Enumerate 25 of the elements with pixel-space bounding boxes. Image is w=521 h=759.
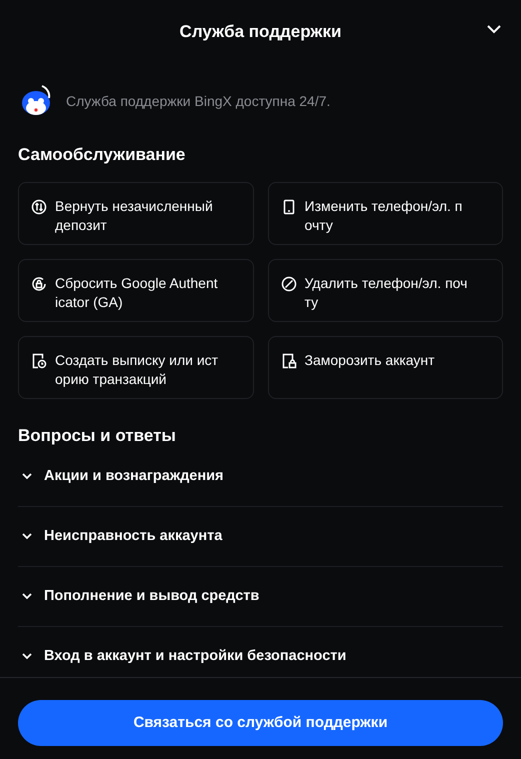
document-lock-icon xyxy=(280,353,296,369)
self-service-card[interactable]: Изменить телефон/эл. почту xyxy=(268,182,503,245)
self-service-card[interactable]: Удалить телефон/эл. почту xyxy=(268,259,503,322)
self-service-card[interactable]: Сбросить Google Authenticator (GA) xyxy=(18,259,254,322)
lock-circle-icon xyxy=(31,276,47,292)
chevron-icon xyxy=(22,533,32,540)
intro-text: Служба поддержки BingX доступна 24/7. xyxy=(66,92,330,111)
self-service-card[interactable]: Заморозить аккаунт xyxy=(268,336,503,399)
faq-item[interactable]: Неисправность аккаунта xyxy=(18,507,503,567)
panel-title: Служба поддержки xyxy=(180,21,342,44)
faq-item[interactable]: Вход в аккаунт и настройки безопасности xyxy=(18,627,503,677)
chevron-icon xyxy=(22,593,32,600)
self-service-card[interactable]: Создать выписку или историю транзакций xyxy=(18,336,254,399)
chevron-icon xyxy=(22,653,32,660)
faq-item[interactable]: Пополнение и вывод средств xyxy=(18,567,503,627)
arrows-circle-icon xyxy=(31,199,47,215)
card-label: Заморозить аккаунт xyxy=(304,351,435,370)
section-title: Самообслуживание xyxy=(18,144,186,166)
document-clock-icon xyxy=(31,353,47,369)
chevron-icon xyxy=(22,473,32,480)
section-title: Вопросы и ответы xyxy=(18,425,177,447)
self-service-card[interactable]: Вернуть незачисленный депозит xyxy=(18,182,254,245)
contact-support-button[interactable]: Связаться со службой поддержки xyxy=(18,700,503,746)
prohibited-icon xyxy=(280,276,296,292)
faq-item[interactable]: Акции и вознаграждения xyxy=(18,447,503,507)
